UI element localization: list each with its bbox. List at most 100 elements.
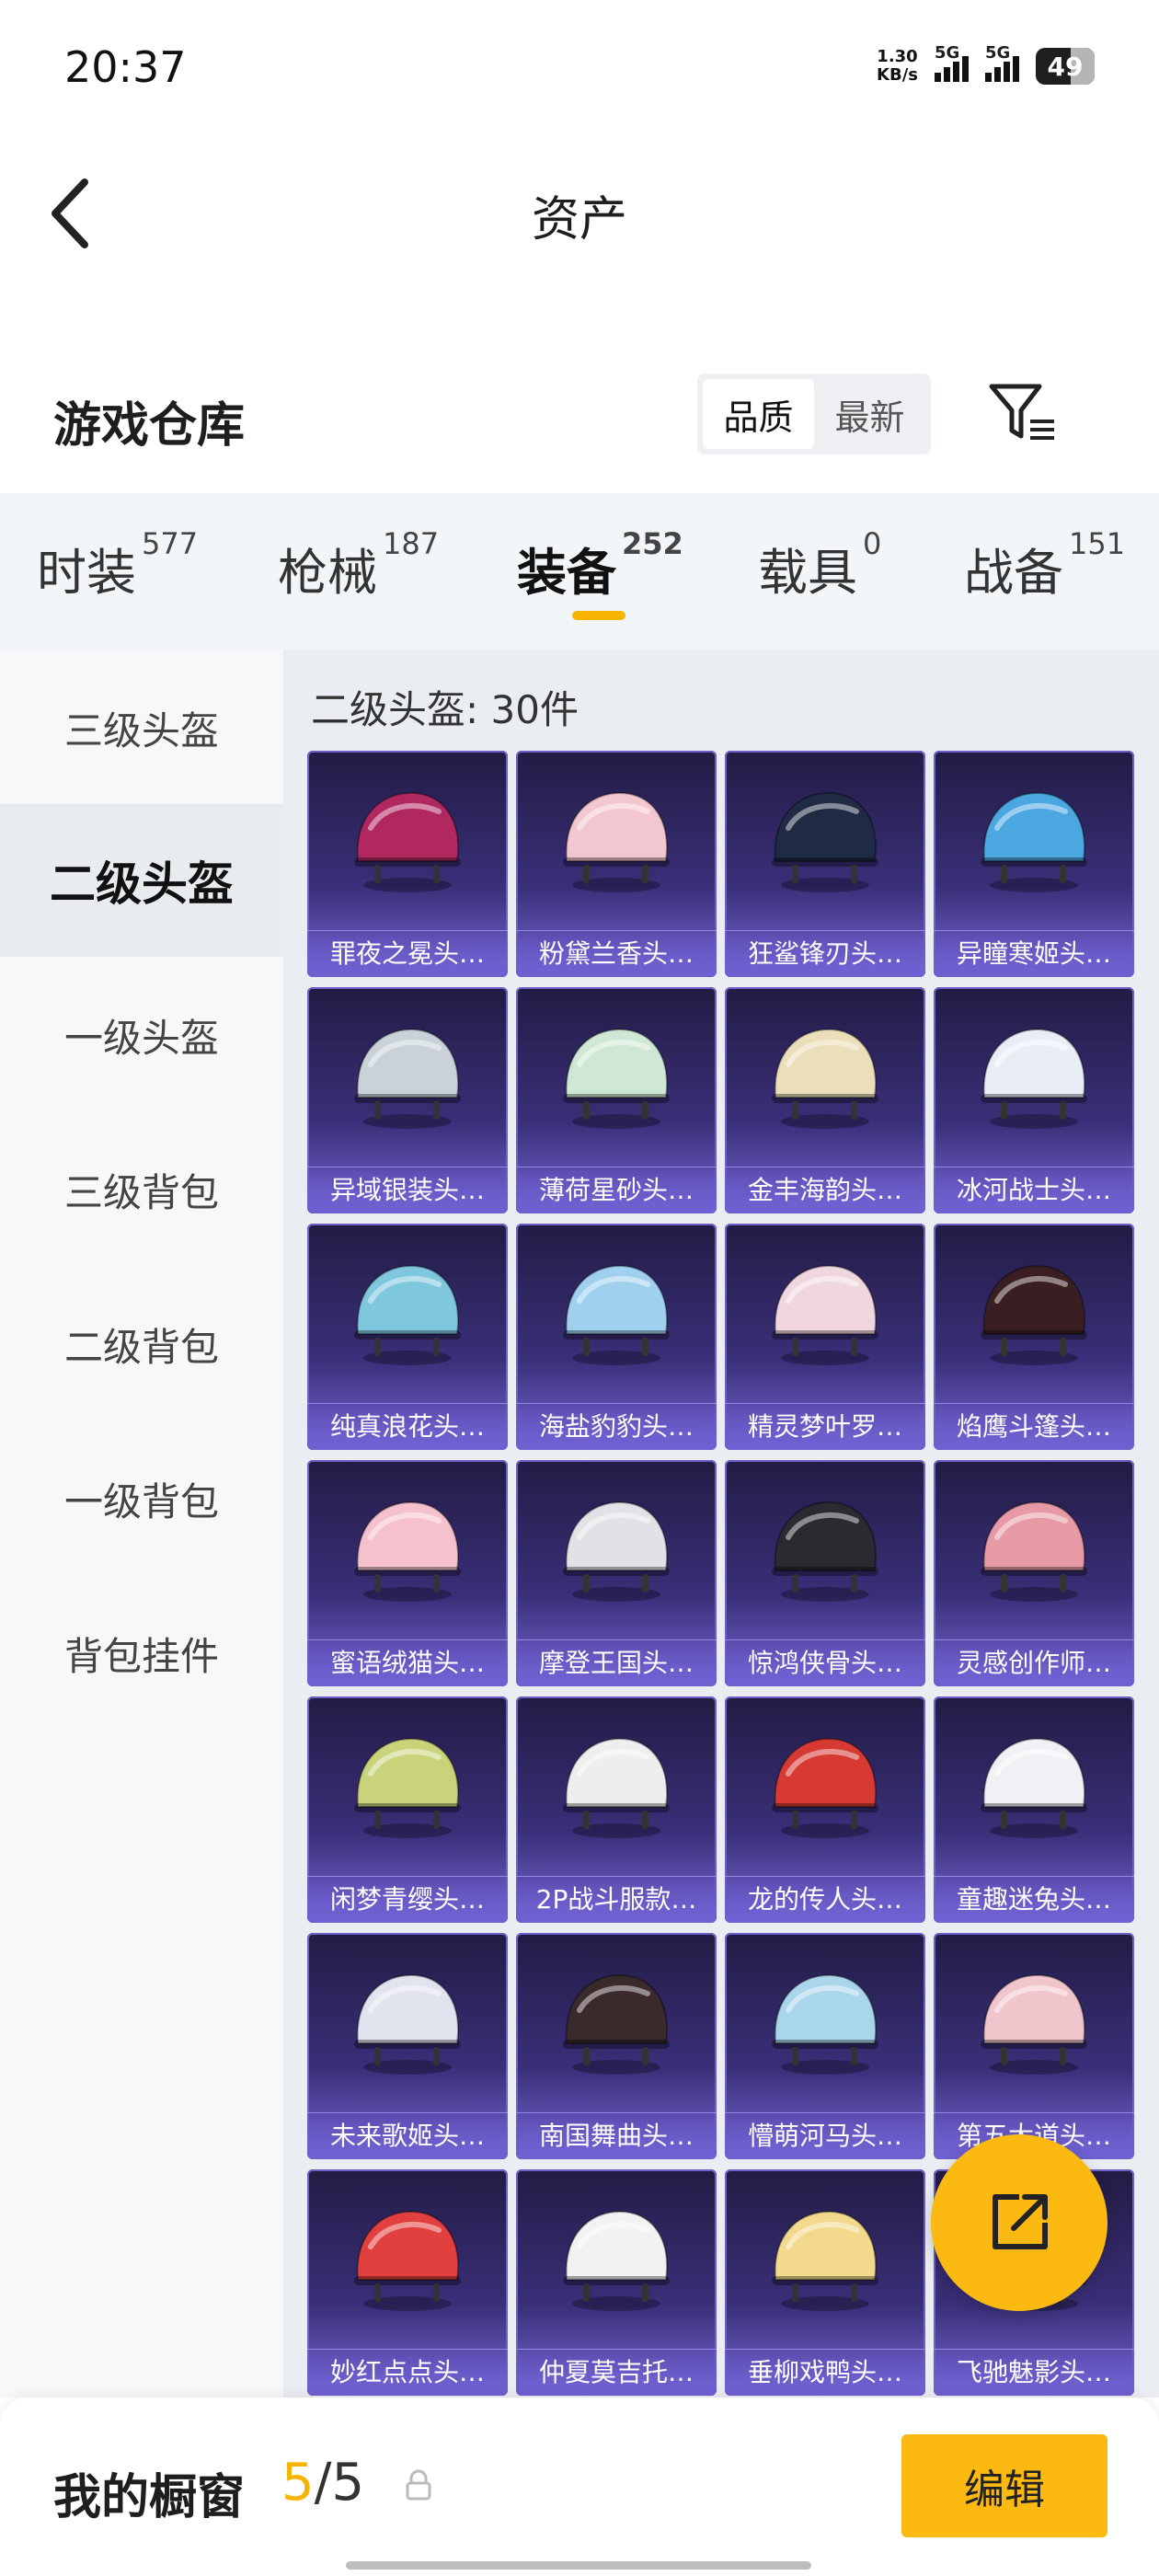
helmet-name: 垂柳戏鸭头… [725,2349,925,2396]
helmet-name: 惊鸿侠骨头… [725,1639,925,1686]
active-tab-indicator [572,611,625,620]
helmet-icon [354,1028,461,1129]
helmet-name: 薄荷星砂头… [516,1167,717,1213]
helmet-name: 摩登王国头… [516,1639,717,1686]
helmet-card[interactable]: 蜜语绒猫头… [307,1460,508,1686]
sidebar-item-lvl3-helmet[interactable]: 三级头盔 [0,651,283,804]
helmet-card[interactable]: 精灵梦叶罗… [725,1224,925,1450]
showcase-label: 我的橱窗 [53,2470,246,2525]
helmet-card[interactable]: 龙的传人头… [725,1696,925,1923]
sidebar-item-lvl1-helmet[interactable]: 一级头盔 [0,959,283,1111]
helmet-card[interactable]: 闲梦青缨头… [307,1696,508,1923]
helmet-icon [563,1028,670,1129]
battery-icon: 49 [1036,48,1095,85]
tab-fashion[interactable]: 时装 577 [37,526,198,604]
lock-icon [406,2469,431,2501]
sidebar-item-lvl2-helmet[interactable]: 二级头盔 [0,804,283,957]
helmet-card[interactable]: 异域银装头… [307,987,508,1213]
helmet-icon [772,2210,878,2311]
status-icons: 1.30 KB/s 5G 5G 49 [877,43,1095,85]
helmet-card[interactable]: 仲夏莫吉托… [516,2169,717,2396]
sort-toggle: 品质 最新 [697,374,931,454]
helmet-card[interactable]: 异瞳寒姬头… [934,751,1134,977]
helmet-card[interactable]: 纯真浪花头… [307,1224,508,1450]
helmet-card[interactable]: 惊鸿侠骨头… [725,1460,925,1686]
helmet-icon [772,791,878,892]
helmet-name: 灵感创作师… [934,1639,1134,1686]
helmet-name: 闲梦青缨头… [307,1876,508,1923]
home-indicator [346,2561,811,2570]
helmet-name: 金丰海韵头… [725,1167,925,1213]
helmet-card[interactable]: 未来歌姬头… [307,1933,508,2159]
signal-icon-2: 5G [985,43,1019,82]
helmet-icon [772,1973,878,2075]
helmet-card[interactable]: 童趣迷兔头… [934,1696,1134,1923]
tab-guns[interactable]: 枪械 187 [278,526,439,604]
helmet-icon [981,791,1087,892]
tab-vehicles[interactable]: 载具 0 [758,526,881,604]
sort-quality-button[interactable]: 品质 [703,379,814,449]
helmet-card[interactable]: 金丰海韵头… [725,987,925,1213]
sidebar-item-lvl3-backpack[interactable]: 三级背包 [0,1113,283,1266]
helmet-icon [563,1737,670,1838]
helmet-icon [354,1737,461,1838]
helmet-name: 海盐豹豹头… [516,1403,717,1450]
filter-icon[interactable] [988,381,1058,445]
helmet-name: 妙红点点头… [307,2349,508,2396]
status-time: 20:37 [64,42,187,92]
helmet-card[interactable]: 懵萌河马头… [725,1933,925,2159]
helmet-card[interactable]: 妙红点点头… [307,2169,508,2396]
helmet-icon [563,1501,670,1602]
helmet-icon [772,1501,878,1602]
helmet-icon [354,2210,461,2311]
helmet-name: 精灵梦叶罗… [725,1403,925,1450]
tab-supplies[interactable]: 战备 151 [964,526,1125,604]
helmet-name: 未来歌姬头… [307,2112,508,2159]
helmet-card[interactable]: 冰河战士头… [934,987,1134,1213]
helmet-name: 2P战斗服款… [516,1876,717,1923]
helmet-name: 狂鲨锋刃头… [725,930,925,977]
sidebar-item-backpack-charm[interactable]: 背包挂件 [0,1577,283,1730]
helmet-card[interactable]: 薄荷星砂头… [516,987,717,1213]
sidebar-item-lvl2-backpack[interactable]: 二级背包 [0,1268,283,1420]
helmet-card[interactable]: 南国舞曲头… [516,1933,717,2159]
helmet-icon [354,1264,461,1365]
helmet-icon [354,1973,461,2075]
helmet-card[interactable]: 垂柳戏鸭头… [725,2169,925,2396]
helmet-name: 蜜语绒猫头… [307,1639,508,1686]
helmet-name: 仲夏莫吉托… [516,2349,717,2396]
helmet-card[interactable]: 2P战斗服款… [516,1696,717,1923]
helmet-icon [772,1264,878,1365]
helmet-name: 龙的传人头… [725,1876,925,1923]
share-icon [993,2194,1048,2249]
helmet-card[interactable]: 粉黛兰香头… [516,751,717,977]
helmet-name: 罪夜之冕头… [307,930,508,977]
helmet-card[interactable]: 灵感创作师… [934,1460,1134,1686]
edit-button[interactable]: 编辑 [901,2434,1107,2537]
helmet-icon [772,1737,878,1838]
helmet-name: 懵萌河马头… [725,2112,925,2159]
helmet-icon [981,1264,1087,1365]
helmet-icon [563,1973,670,2075]
helmet-name: 粉黛兰香头… [516,930,717,977]
sidebar-item-lvl1-backpack[interactable]: 一级背包 [0,1422,283,1575]
helmet-card[interactable]: 狂鲨锋刃头… [725,751,925,977]
helmet-icon [772,1028,878,1129]
helmet-icon [563,1264,670,1365]
helmet-card[interactable]: 焰鹰斗篷头… [934,1224,1134,1450]
tab-equipment[interactable]: 装备 252 [517,526,683,604]
grid-header: 二级头盔: 30件 [311,687,579,732]
sort-newest-button[interactable]: 最新 [814,379,925,449]
helmet-icon [354,1501,461,1602]
helmet-name: 童趣迷兔头… [934,1876,1134,1923]
helmet-icon [981,1028,1087,1129]
signal-icon: 5G [935,43,969,82]
helmet-card[interactable]: 罪夜之冕头… [307,751,508,977]
showcase-count: 5/5 [281,2453,365,2513]
helmet-card[interactable]: 摩登王国头… [516,1460,717,1686]
share-button[interactable] [931,2134,1107,2311]
helmet-icon [981,1737,1087,1838]
helmet-name: 异域银装头… [307,1167,508,1213]
helmet-card[interactable]: 第五大道头… [934,1933,1134,2159]
helmet-card[interactable]: 海盐豹豹头… [516,1224,717,1450]
